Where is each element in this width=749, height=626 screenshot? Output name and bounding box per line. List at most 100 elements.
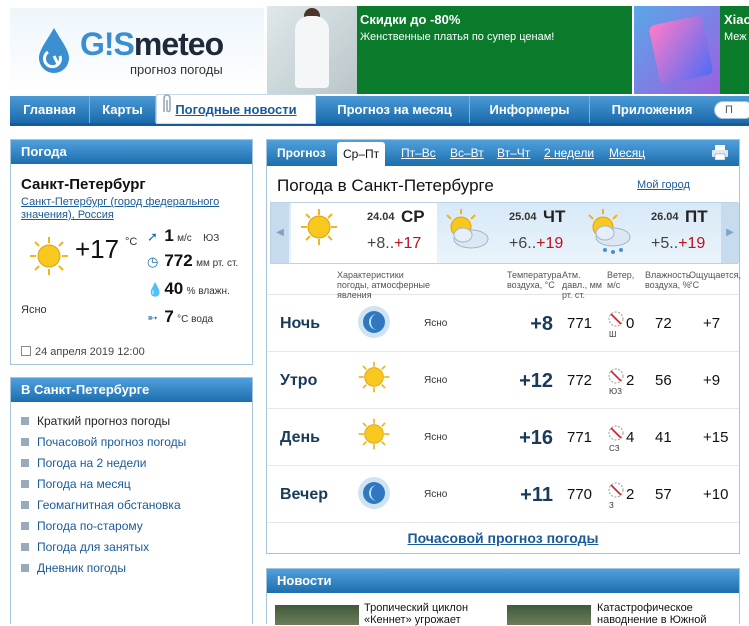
ad-banner-phone[interactable]: Xiao Меж (634, 6, 749, 94)
bullet-icon (21, 480, 29, 488)
water-temp-readout: ➵ 7 °C вода (147, 307, 213, 327)
nav-item-informers[interactable]: Информеры (470, 96, 590, 123)
period-feels-like: +7 (703, 315, 721, 332)
calendar-icon (21, 346, 31, 356)
ad-image (634, 6, 720, 94)
tab-sun-tue[interactable]: Вс–Вт (450, 146, 484, 160)
link-geomagnetic[interactable]: Геомагнитная обстановка (21, 498, 181, 512)
tab-tue-thu[interactable]: Вт–Чт (497, 146, 530, 160)
bullet-icon (21, 543, 29, 551)
cloud-sun-icon (446, 209, 489, 249)
pressure-value: 772 (164, 251, 193, 270)
region-link[interactable]: Санкт-Петербург (город федерального знач… (21, 196, 246, 222)
period-condition: Ясно (424, 489, 448, 500)
sun-icon (357, 360, 391, 397)
news-headline[interactable]: Катастрофическое наводнение в Южной (597, 602, 737, 626)
period-row: День Ясно +16 771 4 СЗ 41 +15 (267, 409, 739, 466)
logo-subtitle: прогноз погоды (130, 62, 223, 77)
bullet-icon (21, 417, 29, 425)
city-name: Санкт-Петербург (21, 176, 146, 193)
logo[interactable]: G!Smeteo прогноз погоды (10, 8, 264, 93)
news-thumbnail[interactable] (275, 605, 359, 625)
tab-forecast[interactable]: Прогноз (277, 146, 326, 160)
nav-item-apps[interactable]: Приложения (590, 96, 714, 123)
col-head-feels-like: Ощущается, °C (689, 270, 742, 290)
search-button[interactable]: П (714, 101, 749, 119)
wind-readout: ➚ 1 м/с ЮЗ (147, 226, 219, 246)
tab-month[interactable]: Месяц (609, 146, 645, 160)
temperature-unit: °C (125, 236, 138, 248)
link-month[interactable]: Погода на месяц (21, 477, 131, 491)
wind-compass-icon (607, 367, 625, 388)
site-header: G!Smeteo прогноз погоды Скидки до -80% Ж… (0, 0, 749, 96)
ad-title: Xiao (724, 12, 749, 27)
period-row: Ночь Ясно +8 771 0 Ш 72 +7 (267, 295, 739, 352)
cloud-sun-rain-icon (588, 209, 631, 254)
ad-banner-dresses[interactable]: Скидки до -80% Женственные платья по суп… (267, 6, 632, 94)
day-card[interactable]: 24.04 СР +8..+17 (291, 203, 437, 263)
nav-item-month-forecast[interactable]: Прогноз на месяц (320, 96, 470, 123)
wind-compass-icon (607, 310, 625, 331)
period-feels-like: +10 (703, 486, 729, 503)
nav-item-maps[interactable]: Карты (90, 96, 156, 123)
pressure-unit: мм рт. ст. (196, 258, 239, 269)
current-condition: Ясно (21, 304, 47, 316)
period-pressure: 771 (567, 315, 593, 332)
news-headline[interactable]: Тропический циклон «Кеннет» угрожает (364, 602, 504, 626)
bullet-icon (21, 564, 29, 572)
period-wind-direction: ЮЗ (609, 387, 622, 396)
hourly-forecast-link[interactable]: Почасовой прогноз погоды (267, 530, 739, 546)
my-city-link[interactable]: Мой город (637, 179, 690, 191)
day-card[interactable]: 25.04 ЧТ +6..+19 (433, 203, 579, 263)
panel-header: Новости (267, 569, 739, 593)
link-for-busy[interactable]: Погода для занятых (21, 540, 149, 554)
link-two-weeks[interactable]: Погода на 2 недели (21, 456, 147, 470)
period-feels-like: +9 (703, 372, 721, 389)
tab-fri-sun[interactable]: Пт–Вс (401, 146, 436, 160)
ad-text: Женственные платья по супер ценам! (360, 31, 555, 43)
day-card[interactable]: 26.04 ПТ +5..+19 (575, 203, 721, 263)
pressure-gauge-icon: ◷ (147, 254, 159, 269)
wind-arrow-icon: ➚ (147, 229, 158, 244)
news-panel: Новости Тропический циклон «Кеннет» угро… (266, 568, 740, 626)
period-wind-speed: 0 (626, 315, 635, 332)
prev-days-arrow[interactable]: ◀ (271, 203, 289, 263)
panel-header: В Санкт-Петербурге (11, 378, 252, 402)
day-of-week: ПТ (685, 207, 708, 226)
nav-item-weather-news[interactable]: Погодные новости (156, 94, 316, 124)
news-thumbnail[interactable] (507, 605, 591, 625)
day-date: 25.04 (509, 211, 537, 223)
col-head-temperature: Температура воздуха, °C (507, 270, 562, 290)
fish-icon: ➵ (147, 310, 158, 325)
col-head-humidity: Влажность воздуха, % (645, 270, 691, 290)
nav-item-home[interactable]: Главная (10, 96, 90, 123)
link-short-forecast[interactable]: Краткий прогноз погоды (21, 414, 170, 428)
main-nav: Главная Карты Погодные новости Прогноз н… (10, 94, 749, 126)
wind-value: 1 (164, 226, 174, 245)
period-name: Вечер (280, 486, 329, 503)
bullet-icon (21, 459, 29, 467)
link-hourly-forecast[interactable]: Почасовой прогноз погоды (21, 435, 186, 449)
tab-wed-fri[interactable]: Ср–Пт (337, 142, 386, 166)
day-of-week: СР (401, 207, 425, 226)
day-temp-range: +5..+19 (651, 235, 706, 252)
link-old-style[interactable]: Погода по-старому (21, 519, 143, 533)
wind-compass-icon (607, 424, 625, 445)
period-name: День (280, 429, 320, 446)
period-wind-direction: СЗ (609, 444, 620, 453)
moon-icon (357, 474, 391, 515)
water-temp-unit: °C вода (177, 314, 214, 325)
tab-two-weeks[interactable]: 2 недели (544, 146, 594, 160)
period-pressure: 771 (567, 429, 593, 446)
moon-icon (357, 303, 391, 344)
day-temp-range: +6..+19 (509, 235, 564, 252)
printer-icon[interactable] (711, 145, 729, 160)
date-text: 24 апреля 2019 12:00 (35, 346, 145, 358)
next-days-arrow[interactable]: ▶ (721, 203, 739, 263)
humidity-unit: % влажн. (186, 286, 230, 297)
logo-text: G!Smeteo (80, 26, 224, 62)
period-row: Утро Ясно +12 772 2 ЮЗ 56 +9 (267, 352, 739, 409)
days-strip: ◀ 24.04 СР +8..+17 25.04 ЧТ +6..+19 26.0… (270, 202, 739, 264)
water-temp-value: 7 (164, 307, 174, 326)
link-weather-diary[interactable]: Дневник погоды (21, 561, 126, 575)
